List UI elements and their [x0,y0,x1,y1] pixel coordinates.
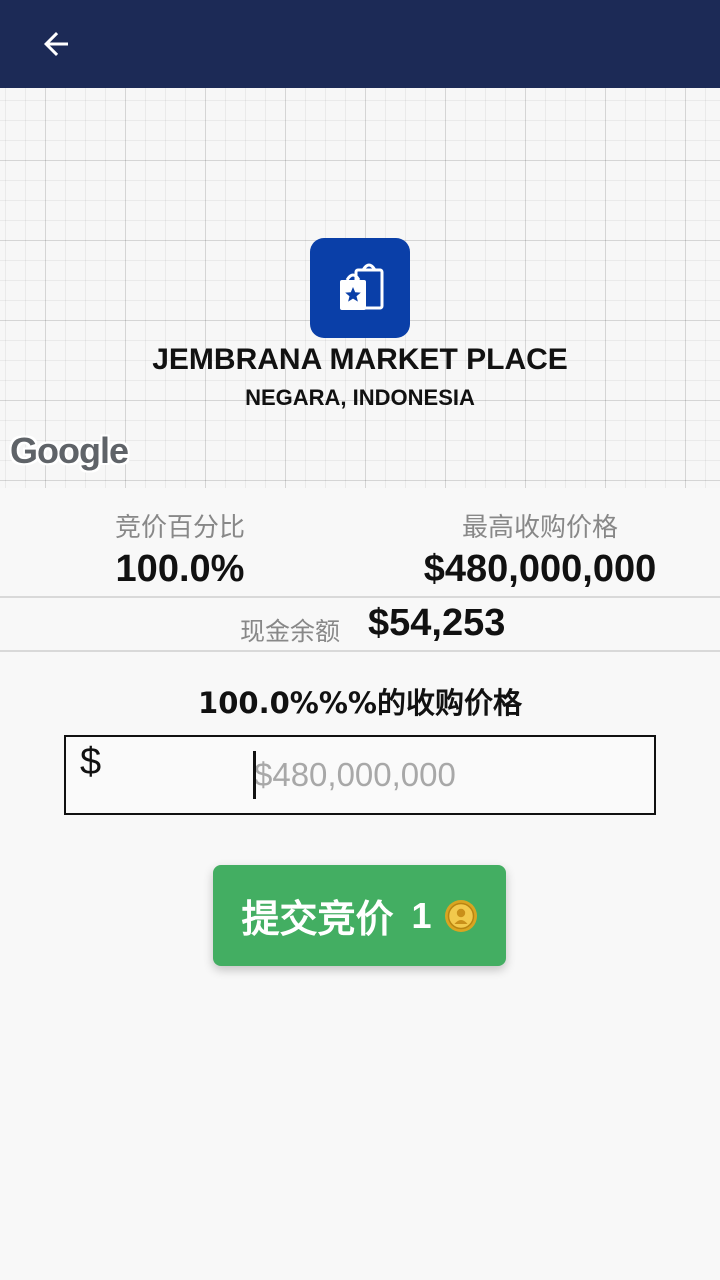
place-name: JEMBRANA MARKET PLACE [152,343,568,376]
text-cursor [253,751,256,799]
cash-balance-value: $54,253 [368,602,506,644]
shopping-bag-star-icon [310,238,410,338]
cash-balance-label: 现金余额 [240,617,341,646]
max-price-value: $480,000,000 [423,548,657,590]
map-view[interactable]: JEMBRANA MARKET PLACE NEGARA, INDONESIA … [0,88,720,488]
arrow-left-icon [44,32,68,56]
divider [0,596,720,598]
submit-bid-button[interactable]: 提交竞价 1 [213,865,506,966]
bid-price-field[interactable]: $ [64,735,656,815]
currency-symbol: $ [80,741,102,783]
bid-percentage-value: 100.0% [115,548,245,590]
acquisition-price-heading: 100.0%%%的收购价格 [198,686,522,720]
place-location: NEGARA, INDONESIA [245,385,475,410]
submit-bid-label: 提交竞价 [241,897,394,941]
submit-cost: 1 [411,894,432,936]
bid-percentage-label: 竞价百分比 [114,513,245,543]
gold-coin-icon [444,899,478,933]
back-button[interactable] [28,20,84,68]
divider [0,650,720,652]
bid-price-input[interactable] [252,749,644,801]
app-bar [0,0,720,88]
max-price-label: 最高收购价格 [461,513,618,543]
google-logo: Google [10,430,129,471]
